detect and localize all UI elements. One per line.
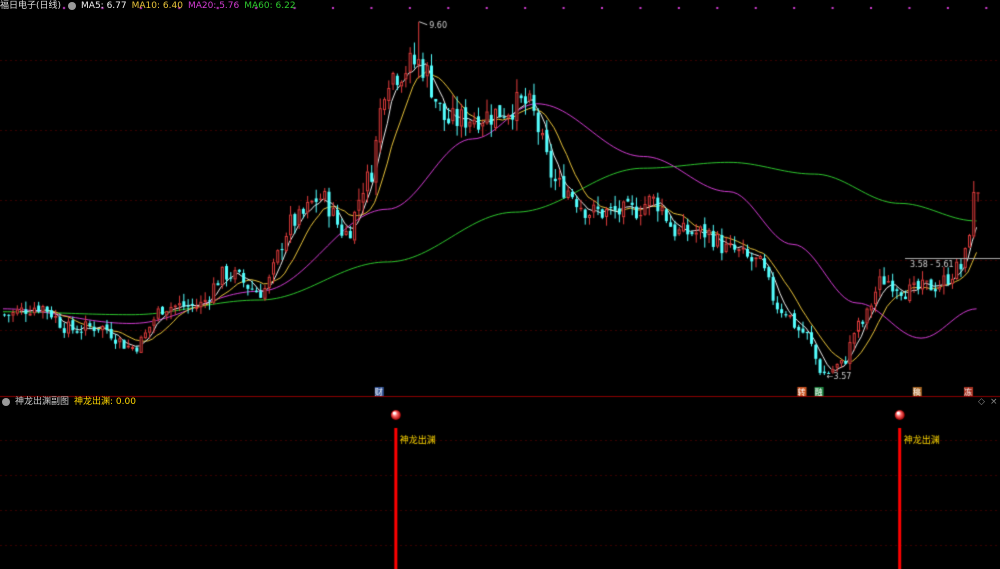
indicator-settings-icon[interactable]: [2, 398, 10, 406]
indicator-header: 神龙出渊副图 神龙出渊: 0.00: [0, 396, 141, 408]
indicator-value: 神龙出渊: 0.00: [74, 397, 136, 407]
stock-title: 福日电子(日线): [0, 1, 62, 11]
main-chart-header: 福日电子(日线) MA5: 6.77 MA10: 6.40 MA20: 5.76…: [0, 0, 301, 12]
indicator-title: 神龙出渊副图: [15, 397, 70, 407]
restore-icon[interactable]: ◇: [978, 397, 985, 407]
ma-settings-icon[interactable]: [68, 2, 77, 10]
close-icon[interactable]: ×: [990, 397, 998, 407]
ma20-label: MA20: 5.76: [187, 1, 240, 11]
ma10-label: MA10: 6.40: [131, 1, 183, 11]
kline-chart-canvas[interactable]: [0, 0, 1000, 569]
ma5-label: MA5: 6.77: [81, 1, 127, 11]
ma60-label: MA60: 6.22: [244, 1, 296, 11]
